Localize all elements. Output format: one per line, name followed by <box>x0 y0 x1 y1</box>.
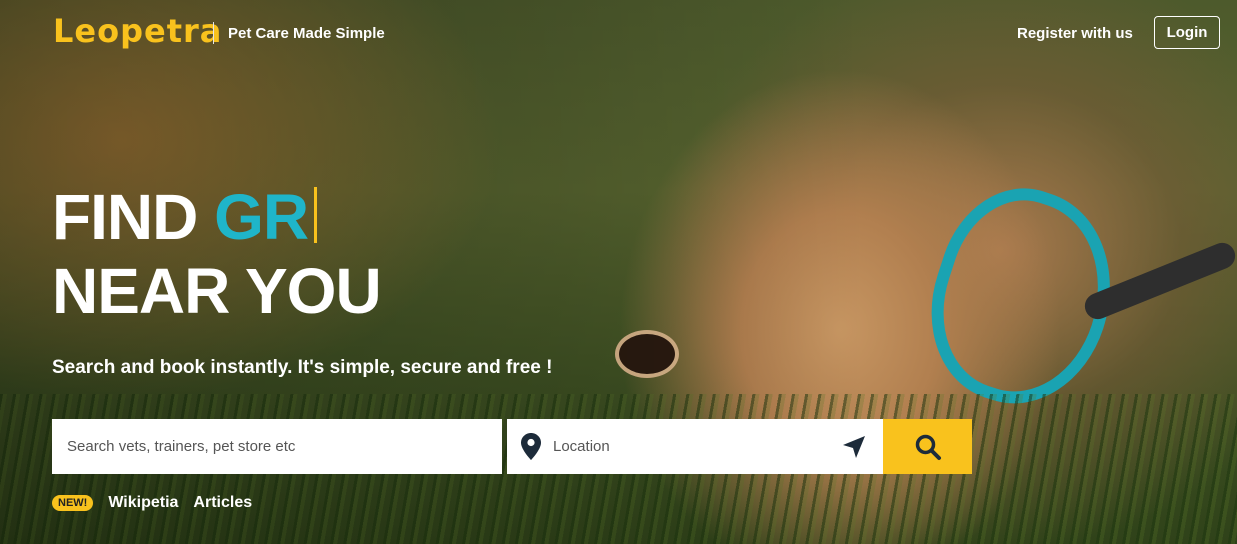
quick-links: NEW! Wikipetia Articles <box>52 494 267 512</box>
hero-headline: FIND GR NEAR YOU <box>52 180 382 328</box>
hero-subtitle: Search and book instantly. It's simple, … <box>52 357 553 378</box>
brand-tagline: Pet Care Made Simple <box>228 25 385 42</box>
headline-prefix: FIND <box>52 181 198 253</box>
headline-typed-word: GR <box>214 181 309 253</box>
wikipetia-link[interactable]: Wikipetia <box>108 494 178 512</box>
search-input[interactable] <box>52 419 502 474</box>
site-header: Leopetra Pet Care Made Simple Register w… <box>0 0 1237 68</box>
register-link[interactable]: Register with us <box>1017 25 1133 42</box>
navigation-arrow-icon[interactable] <box>841 434 867 460</box>
articles-link[interactable]: Articles <box>193 494 252 512</box>
search-button[interactable] <box>883 419 972 474</box>
brand-logo[interactable]: Leopetra <box>53 12 222 50</box>
magnifier-icon <box>915 434 941 460</box>
typing-cursor <box>314 187 318 243</box>
headline-line-2: NEAR YOU <box>52 255 382 327</box>
new-badge: NEW! <box>52 495 94 511</box>
header-divider <box>213 22 214 44</box>
login-button[interactable]: Login <box>1154 16 1220 49</box>
map-pin-icon <box>521 433 541 460</box>
location-input[interactable] <box>553 419 833 474</box>
location-field <box>507 419 883 474</box>
headline-line-1: FIND GR <box>52 180 381 254</box>
